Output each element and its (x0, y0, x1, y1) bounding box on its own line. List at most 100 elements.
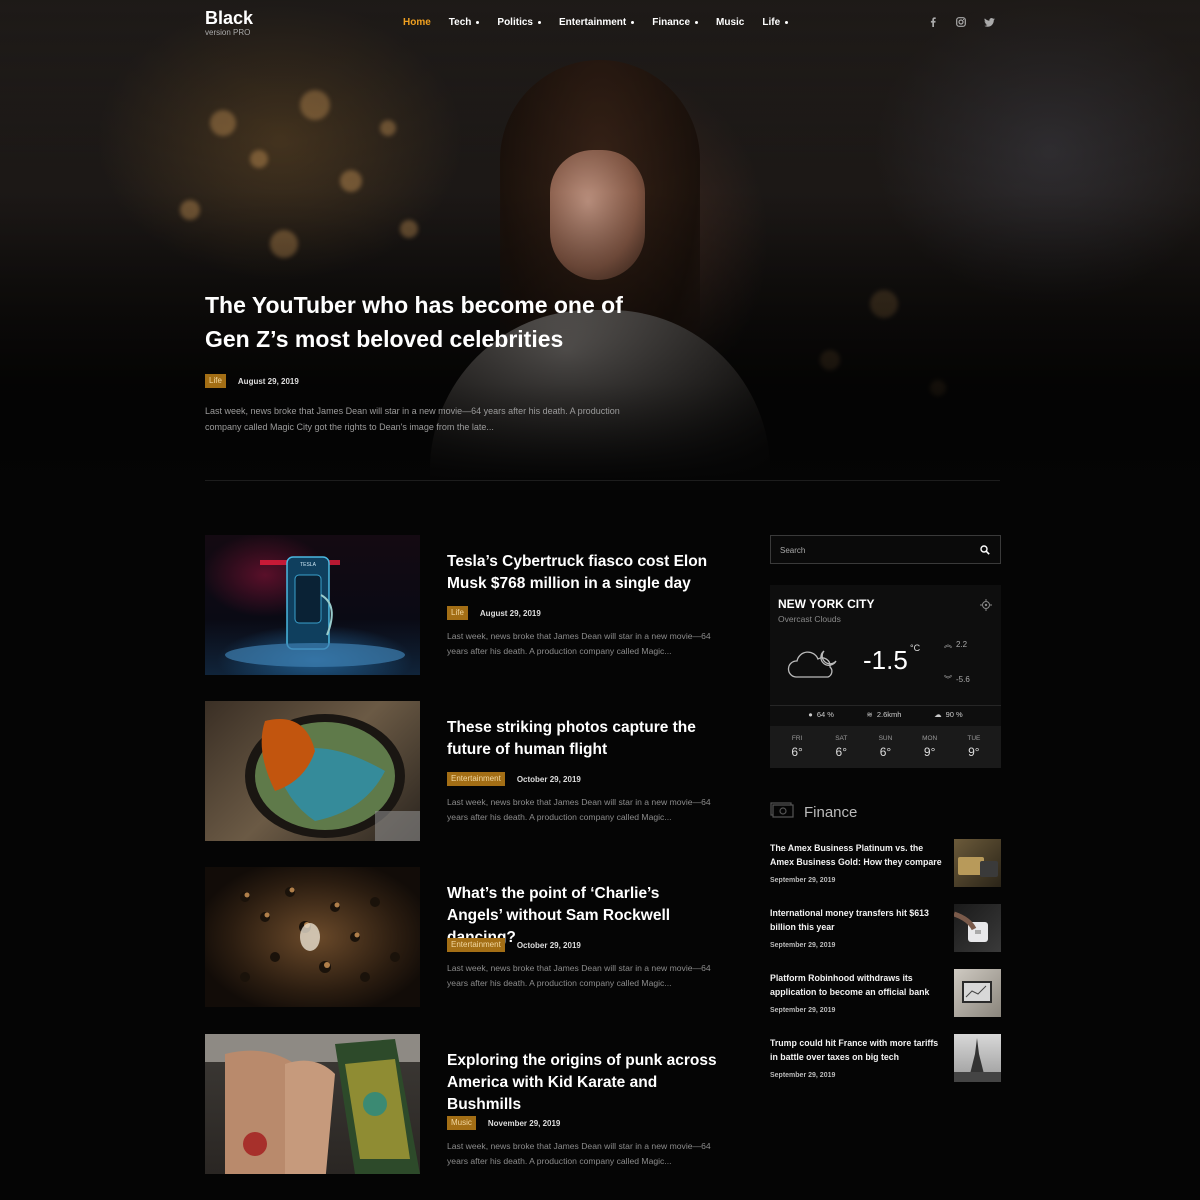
article-meta: Entertainment October 29, 2019 (447, 938, 581, 952)
weather-high: ︽ 2.2 (944, 639, 967, 650)
forecast-day: MON 9° (922, 735, 938, 759)
article-excerpt: Last week, news broke that James Dean wi… (447, 963, 711, 988)
low-temp: -5.6 (956, 675, 970, 684)
article-card: TESLA Tesla’s Cybertruck fiasco cost Elo… (205, 535, 725, 675)
site-logo[interactable]: Black version PRO (205, 8, 253, 38)
nav-label: Home (403, 16, 431, 28)
logo-tagline: version PRO (205, 28, 251, 37)
dropdown-indicator-icon (631, 20, 635, 24)
category-tag[interactable]: Entertainment (447, 938, 505, 952)
finance-post: The Amex Business Platinum vs. the Amex … (770, 839, 1001, 887)
weather-divider (770, 705, 1001, 706)
post-date: August 29, 2019 (237, 376, 299, 386)
category-tag[interactable]: Entertainment (447, 772, 505, 786)
forecast-day: SUN 6° (878, 735, 893, 759)
post-date: August 29, 2019 (479, 608, 541, 618)
finance-thumbnail[interactable] (954, 1034, 1001, 1082)
article-meta: Entertainment October 29, 2019 (447, 772, 581, 786)
weather-low: ︾ -5.6 (944, 674, 970, 685)
weather-forecast: FRI 6° SAT 6° SUN 6° MON 9° TUE 9° (770, 726, 1001, 768)
finance-thumbnail[interactable] (954, 904, 1001, 952)
finance-post-title[interactable]: Platform Robinhood withdraws its applica… (770, 971, 945, 999)
hero-title[interactable]: The YouTuber who has become one of Gen Z… (205, 288, 665, 356)
finance-post: Trump could hit France with more tariffs… (770, 1034, 1001, 1082)
money-icon (770, 802, 794, 823)
weather-condition: Overcast Clouds (778, 614, 841, 624)
nav-label: Finance (652, 16, 691, 28)
cloud-moon-icon (784, 643, 846, 688)
weather-city: NEW YORK CITY (778, 597, 875, 611)
article-title[interactable]: Tesla’s Cybertruck fiasco cost Elon Musk… (447, 551, 717, 595)
wind-icon: ≋ (866, 710, 873, 719)
nav-item-finance[interactable]: Finance (652, 16, 699, 28)
weather-wind: ≋ 2.6kmh (866, 710, 902, 719)
nav-label: Music (716, 16, 745, 28)
category-tag[interactable]: Music (447, 1116, 476, 1130)
category-tag[interactable]: Life (447, 606, 468, 620)
article-meta: Life August 29, 2019 (447, 606, 541, 620)
finance-post: Platform Robinhood withdraws its applica… (770, 969, 1001, 1017)
nav-item-life[interactable]: Life (762, 16, 789, 28)
article-excerpt: Last week, news broke that James Dean wi… (447, 631, 711, 656)
weather-clouds: ☁ 90 % (934, 710, 963, 719)
droplet-icon: ● (808, 710, 813, 719)
nav-item-politics[interactable]: Politics (497, 16, 541, 28)
article-meta: Music November 29, 2019 (447, 1116, 560, 1130)
finance-thumbnail[interactable] (954, 969, 1001, 1017)
dropdown-indicator-icon (537, 20, 541, 24)
post-date: September 29, 2019 (770, 1072, 836, 1079)
post-date: September 29, 2019 (770, 877, 836, 884)
location-icon[interactable] (980, 598, 992, 616)
article-thumbnail[interactable] (205, 867, 420, 1007)
dropdown-indicator-icon (785, 20, 789, 24)
search-button[interactable] (978, 543, 992, 557)
post-date: November 29, 2019 (487, 1118, 561, 1128)
finance-thumbnail[interactable] (954, 839, 1001, 887)
article-card: What’s the point of ‘Charlie’s Angels’ w… (205, 867, 725, 1007)
finance-post-title[interactable]: Trump could hit France with more tariffs… (770, 1036, 945, 1064)
nav-label: Entertainment (558, 16, 627, 28)
category-tag[interactable]: Life (205, 374, 226, 388)
forecast-day: TUE 9° (967, 735, 981, 759)
search-icon (980, 545, 990, 555)
twitter-icon[interactable] (982, 15, 996, 29)
article-thumbnail[interactable] (205, 1034, 420, 1174)
hero-meta: Life August 29, 2019 (205, 374, 299, 388)
finance-post: International money transfers hit $613 b… (770, 904, 1001, 952)
finance-post-title[interactable]: International money transfers hit $613 b… (770, 906, 945, 934)
cloud-icon: ☁ (934, 710, 942, 719)
article-card: These striking photos capture the future… (205, 701, 725, 841)
section-divider (205, 480, 1000, 481)
nav-label: Politics (497, 16, 533, 28)
article-thumbnail[interactable] (205, 701, 420, 841)
article-title[interactable]: These striking photos capture the future… (447, 717, 717, 761)
nav-item-tech[interactable]: Tech (449, 16, 480, 28)
weather-stats: ● 64 % ≋ 2.6kmh ☁ 90 % (770, 710, 1001, 719)
weather-widget: NEW YORK CITY Overcast Clouds -1.5 °C ︽ … (770, 585, 1001, 768)
article-thumbnail[interactable]: TESLA (205, 535, 420, 675)
high-temp: 2.2 (956, 640, 968, 649)
thumbnail-brand-text: TESLA (300, 562, 317, 568)
finance-post-title[interactable]: The Amex Business Platinum vs. the Amex … (770, 841, 945, 869)
dropdown-indicator-icon (476, 20, 480, 24)
post-date: October 29, 2019 (516, 940, 581, 950)
forecast-day: SAT 6° (835, 735, 848, 759)
article-title[interactable]: Exploring the origins of punk across Ame… (447, 1050, 717, 1116)
post-date: September 29, 2019 (770, 1007, 836, 1014)
logo-name: Black (205, 8, 254, 28)
main-nav: Home Tech Politics Entertainment Finance… (403, 16, 806, 28)
hero-excerpt: Last week, news broke that James Dean wi… (205, 406, 620, 432)
nav-item-home[interactable]: Home (403, 16, 431, 28)
post-date: October 29, 2019 (516, 774, 581, 784)
finance-title[interactable]: Finance (804, 804, 857, 821)
facebook-icon[interactable] (926, 15, 940, 29)
article-card: Exploring the origins of punk across Ame… (205, 1034, 725, 1174)
search-input[interactable] (780, 543, 970, 557)
instagram-icon[interactable] (954, 15, 968, 29)
nav-item-entertainment[interactable]: Entertainment (558, 16, 635, 28)
nav-label: Life (762, 16, 781, 28)
forecast-day: FRI 6° (791, 735, 803, 759)
article-excerpt: Last week, news broke that James Dean wi… (447, 1141, 711, 1166)
dropdown-indicator-icon (695, 20, 699, 24)
nav-item-music[interactable]: Music (716, 16, 744, 28)
